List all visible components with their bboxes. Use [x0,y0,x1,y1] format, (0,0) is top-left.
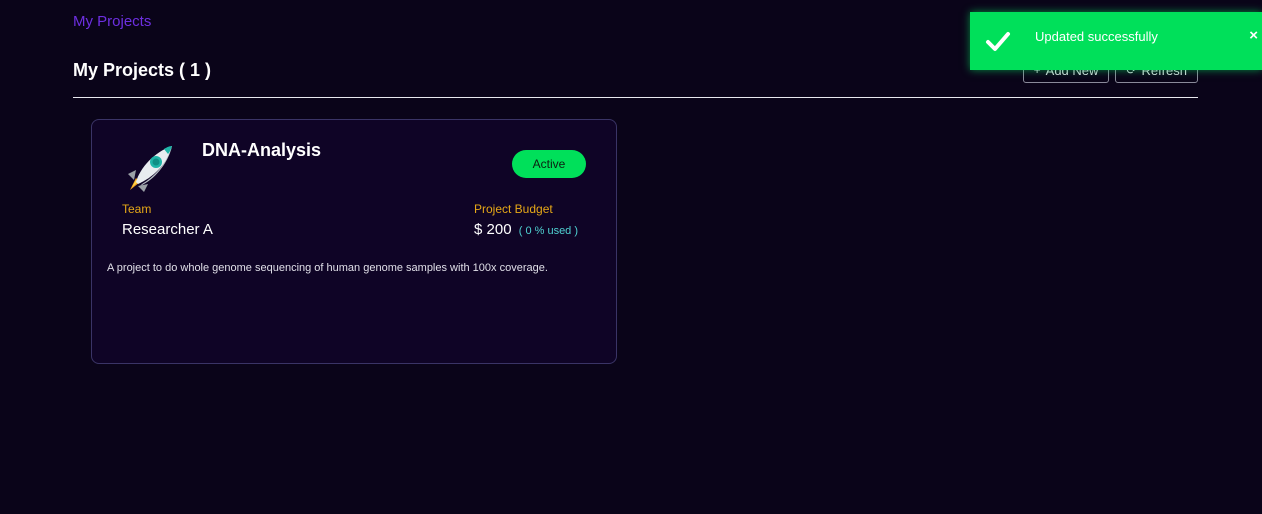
budget-used: ( 0 % used ) [518,225,579,237]
close-icon[interactable]: × [1249,27,1258,44]
success-toast: Updated successfully × [970,12,1262,70]
page: My Projects My Projects ( 1 ) + Add New … [0,0,1262,514]
rocket-icon [122,140,178,196]
project-name[interactable]: DNA-Analysis [202,140,321,161]
budget-value-row: $ 200 ( 0 % used ) [474,221,578,238]
checkmark-icon [985,29,1011,53]
toast-message: Updated successfully [1035,29,1158,44]
status-badge: Active [512,150,586,178]
page-title: My Projects ( 1 ) [73,60,212,80]
header-divider [73,97,1198,98]
breadcrumb[interactable]: My Projects [73,13,151,30]
budget-label: Project Budget [474,202,553,216]
budget-value: $ 200 [474,221,512,238]
team-label: Team [122,202,152,216]
team-value: Researcher A [122,221,213,238]
project-description: A project to do whole genome sequencing … [107,262,548,274]
project-card[interactable]: DNA-Analysis Active Team Researcher A Pr… [91,119,617,364]
